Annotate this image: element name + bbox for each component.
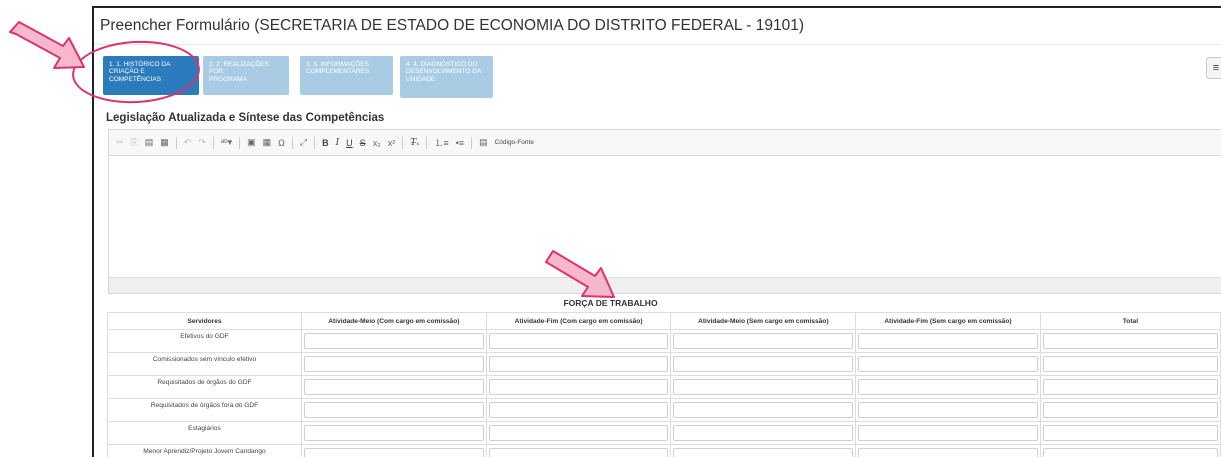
arrow-annotation-table: [545, 250, 615, 298]
annotation-arrows: [9, 21, 615, 298]
arrow-annotation-step: [9, 21, 85, 69]
screen: { "header": { "title": "Preencher Formul…: [0, 0, 1221, 457]
